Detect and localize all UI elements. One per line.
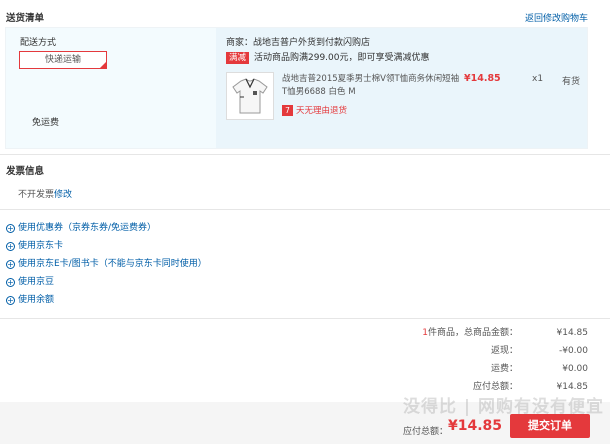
rebate-value: -¥0.00 xyxy=(558,346,588,356)
summary-payable: 应付总额： ¥14.85 xyxy=(472,382,589,392)
free-shipping-text: 免运费 xyxy=(32,118,60,128)
use-balance-option[interactable]: + 使用余额 xyxy=(6,294,54,306)
plus-icon: + xyxy=(6,296,15,305)
delivery-panel: 配送方式 快递运输 免运费 xyxy=(6,28,211,148)
divider xyxy=(0,209,610,210)
delivery-method-label: 配送方式 xyxy=(20,38,57,48)
divider xyxy=(0,154,610,155)
merchant-panel: 商家：战地吉普户外货到付款闪购店 满减 活动商品购满299.00元，即可享受满减… xyxy=(216,28,587,148)
tshirt-icon xyxy=(232,78,268,114)
freight-value: ¥0.00 xyxy=(562,364,588,374)
promo-text: 活动商品购满299.00元，即可享受满减优惠 xyxy=(254,53,430,63)
product-price: ¥14.85 xyxy=(464,73,501,84)
use-jd-card-option[interactable]: + 使用京东卡 xyxy=(6,240,63,252)
divider xyxy=(0,318,610,319)
invoice-title: 发票信息 xyxy=(6,166,45,177)
product-thumbnail[interactable] xyxy=(226,72,274,120)
product-title[interactable]: 战地吉普2015夏季男士棉V领T恤商务休闲短袖T恤男6688 白色 M xyxy=(282,73,460,99)
return-badge-icon: 7 xyxy=(282,105,293,116)
checkout-total-value: ¥14.85 xyxy=(447,418,502,434)
invoice-value: 不开发票 xyxy=(18,190,55,200)
use-jd-beans-option[interactable]: + 使用京豆 xyxy=(6,276,54,288)
submit-order-button[interactable]: 提交订单 xyxy=(510,414,590,438)
delivery-method-value: 快递运输 xyxy=(44,55,81,65)
summary-goods-total: 1件商品，总商品金额： ¥14.85 xyxy=(422,328,589,338)
promo-tag: 满减 xyxy=(226,52,250,64)
summary-freight: 运费： ¥0.00 xyxy=(490,364,588,374)
shipping-list-panel: 配送方式 快递运输 免运费 商家：战地吉普户外货到付款闪购店 满减 活动商品购满… xyxy=(5,27,588,149)
selected-corner-icon xyxy=(100,62,106,68)
checkout-total-label: 应付总额： xyxy=(402,427,448,437)
delivery-method-option[interactable]: 快递运输 xyxy=(19,51,107,69)
plus-icon: + xyxy=(6,224,15,233)
return-policy: 7 天无理由退货 xyxy=(282,104,347,116)
product-stock-status: 有货 xyxy=(562,77,581,87)
merchant-name: 商家：战地吉普户外货到付款闪购店 xyxy=(226,38,371,48)
plus-icon: + xyxy=(6,260,15,269)
invoice-edit-link[interactable]: 修改 xyxy=(54,187,72,200)
plus-icon: + xyxy=(6,242,15,251)
use-ecard-option[interactable]: + 使用京东E卡/图书卡（不能与京东卡同时使用） xyxy=(6,258,207,270)
back-to-cart-link[interactable]: 返回修改购物车 xyxy=(525,11,588,24)
use-coupon-option[interactable]: + 使用优惠券（京券东券/免运费券） xyxy=(6,222,156,234)
summary-rebate: 返现： -¥0.00 xyxy=(490,346,588,356)
product-quantity: x1 xyxy=(532,74,544,84)
shipping-list-title: 送货清单 xyxy=(6,13,45,24)
plus-icon: + xyxy=(6,278,15,287)
goods-total-value: ¥14.85 xyxy=(556,328,589,338)
return-policy-text: 天无理由退货 xyxy=(296,106,348,116)
payable-value: ¥14.85 xyxy=(556,382,589,392)
